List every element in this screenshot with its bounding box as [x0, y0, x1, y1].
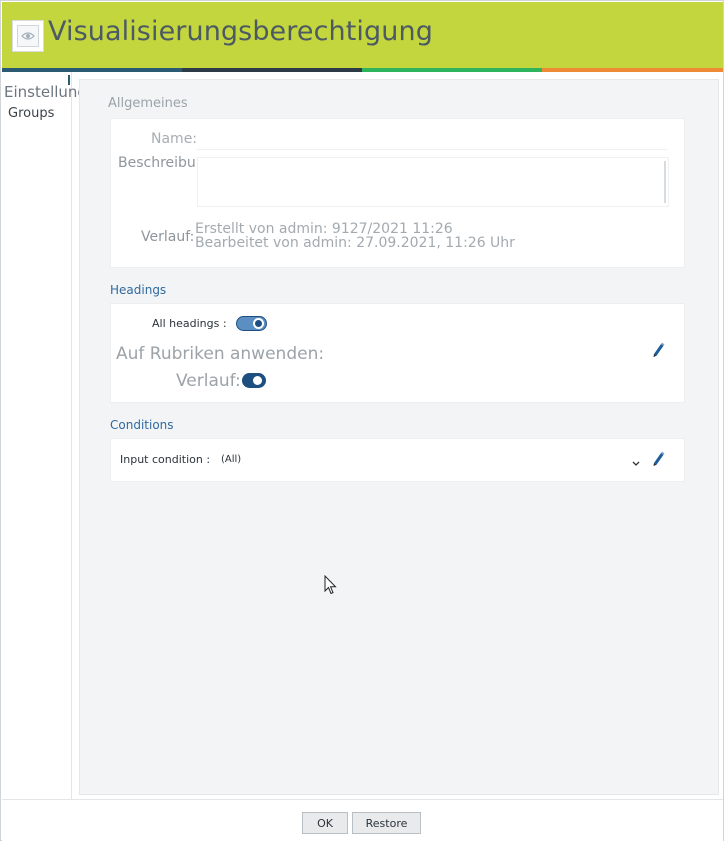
mouse-cursor-icon: [324, 574, 338, 595]
pencil-icon[interactable]: [651, 451, 665, 467]
left-navigation: Einstellungen Groups: [2, 72, 106, 799]
name-field[interactable]: [197, 149, 667, 150]
history-text: Erstellt von admin: 9127/2021 11:26 Bear…: [195, 222, 515, 250]
color-stripe-3: [362, 68, 542, 72]
all-headings-label: All headings :: [152, 317, 227, 330]
dialog-footer: OK Restore: [2, 799, 723, 841]
headings-history-label: Verlauf:: [176, 371, 241, 391]
toggle-knob: [253, 376, 262, 385]
description-field[interactable]: [197, 157, 669, 207]
window-title: Visualisierungsberechtigung: [48, 16, 433, 47]
history-created-line: Erstellt von admin: 9127/2021 11:26: [195, 221, 453, 237]
color-stripe-2: [182, 68, 362, 72]
all-headings-toggle[interactable]: [236, 316, 267, 331]
content-panel: Allgemeines Name: Beschreibung: Verlauf:…: [79, 79, 719, 795]
headings-card: All headings : Auf Rubriken anwenden: Ve…: [110, 303, 685, 403]
textarea-scrollbar[interactable]: [664, 161, 666, 203]
conditions-card: Input condition : (All): [110, 438, 685, 482]
color-stripe-4: [542, 68, 723, 72]
headings-history-toggle[interactable]: [242, 373, 266, 388]
title-bar: Visualisierungsberechtigung: [2, 2, 723, 68]
chevron-down-icon[interactable]: [631, 453, 641, 466]
name-label: Name:: [151, 131, 198, 147]
apply-to-headings-label: Auf Rubriken anwenden:: [116, 344, 325, 364]
input-condition-label: Input condition :: [120, 453, 211, 466]
ok-button[interactable]: OK: [302, 812, 348, 834]
title-icon-box: [12, 20, 44, 52]
permission-window: Visualisierungsberechtigung Einstellunge…: [0, 0, 724, 841]
history-label: Verlauf:: [141, 229, 195, 245]
nav-item-groups[interactable]: Groups: [8, 106, 54, 121]
input-condition-select[interactable]: (All): [221, 454, 241, 465]
restore-button[interactable]: Restore: [352, 812, 421, 834]
toggle-knob: [253, 318, 264, 329]
general-card: Name: Beschreibung: Verlauf: Erstellt vo…: [110, 118, 685, 268]
history-edited-line: Bearbeitet von admin: 27.09.2021, 11:26 …: [195, 235, 515, 251]
section-title-conditions: Conditions: [110, 418, 174, 432]
section-title-allgemeines: Allgemeines: [108, 96, 188, 111]
pencil-icon[interactable]: [651, 342, 665, 358]
eye-icon: [17, 25, 39, 47]
section-title-headings: Headings: [110, 283, 167, 297]
